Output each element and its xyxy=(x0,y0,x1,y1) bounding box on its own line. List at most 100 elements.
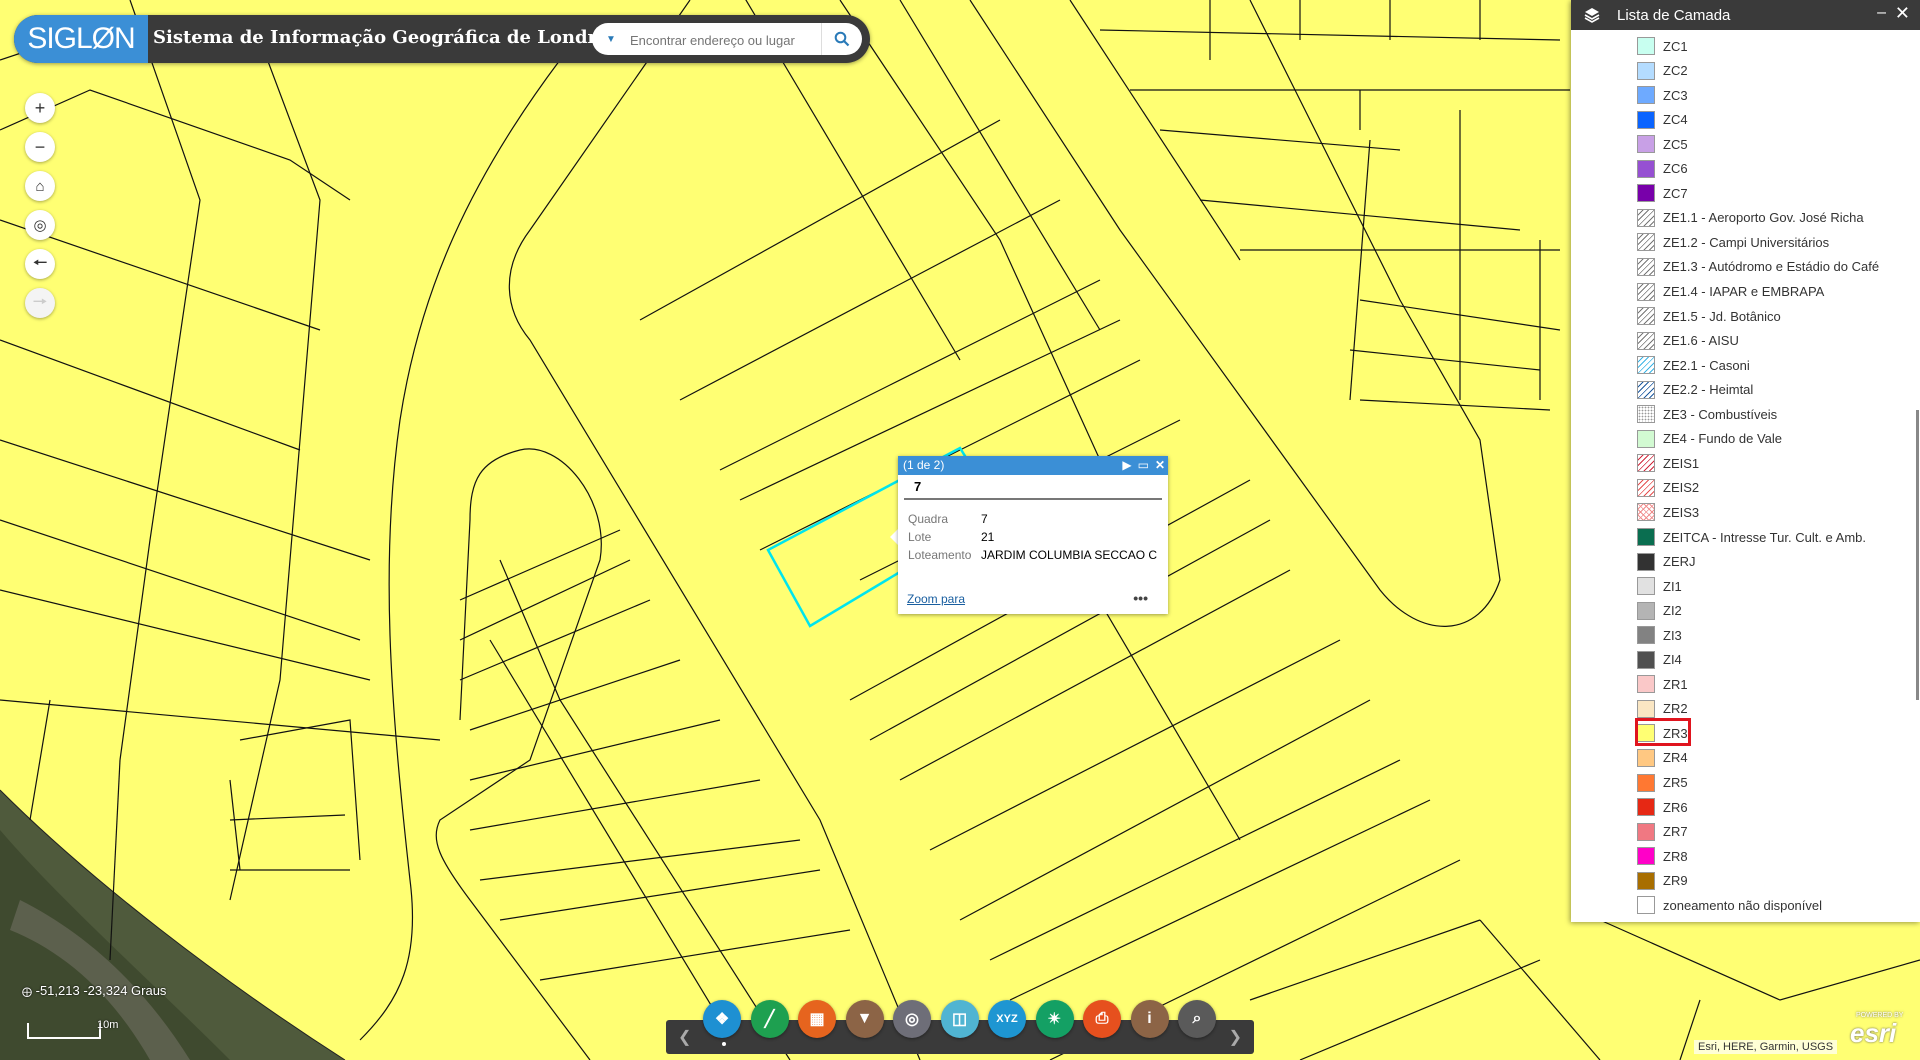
toolbar-prev-icon[interactable]: ❮ xyxy=(678,1027,691,1047)
legend-item[interactable]: ZC5 xyxy=(1637,134,1688,154)
locate-button[interactable]: ◎ xyxy=(25,210,55,240)
legend-item[interactable]: ZR6 xyxy=(1637,797,1688,817)
legend-label: ZE1.2 - Campi Universitários xyxy=(1663,234,1830,250)
legend-swatch xyxy=(1637,307,1655,326)
legend-swatch xyxy=(1637,896,1655,915)
legend-swatch xyxy=(1637,208,1655,227)
legend-item[interactable]: ZC2 xyxy=(1637,61,1688,81)
legend-item[interactable]: ZC6 xyxy=(1637,159,1688,179)
coordinates-text: -51,213 -23,324 Graus xyxy=(35,983,167,998)
legend-swatch xyxy=(1637,503,1655,522)
legend-item[interactable]: ZE1.6 - AISU xyxy=(1637,331,1739,351)
field-value: JARDIM COLUMBIA SECCAO C xyxy=(981,548,1158,562)
legend-swatch xyxy=(1637,233,1655,252)
legend-label: ZC7 xyxy=(1663,185,1688,201)
legend-item[interactable]: ZI4 xyxy=(1637,650,1682,670)
search-input[interactable] xyxy=(628,28,817,52)
legend-item[interactable]: ZC1 xyxy=(1637,36,1688,56)
panel-scrollbar[interactable] xyxy=(1916,410,1919,700)
measure-button[interactable]: ╱ xyxy=(750,1000,789,1038)
legend-item[interactable]: ZE3 - Combustíveis xyxy=(1637,404,1777,424)
legend-item[interactable]: ZEITCA - Intresse Tur. Cult. e Amb. xyxy=(1637,527,1866,547)
legend-item[interactable]: ZE1.1 - Aeroporto Gov. José Richa xyxy=(1637,208,1864,228)
legend-swatch xyxy=(1637,773,1655,792)
close-icon[interactable]: ✕ xyxy=(1155,456,1165,475)
zoom-in-button[interactable]: + xyxy=(25,93,55,123)
back-icon: 🠔 xyxy=(32,252,48,272)
geolocate-button[interactable]: ◎ xyxy=(893,1000,931,1038)
coordinate-xyz-button[interactable]: XYZ xyxy=(988,1000,1026,1038)
legend-item[interactable]: ZR8 xyxy=(1637,846,1688,866)
legend-item[interactable]: ZR9 xyxy=(1637,871,1688,891)
legend-item[interactable]: ZE4 - Fundo de Vale xyxy=(1637,429,1782,449)
legend-item[interactable]: ZI3 xyxy=(1637,625,1682,645)
legend-item[interactable]: zoneamento não disponível xyxy=(1637,895,1822,915)
legend-label: ZEIS1 xyxy=(1663,455,1700,471)
legend-item[interactable]: ZEIS1 xyxy=(1637,453,1699,473)
legend-item[interactable]: ZC3 xyxy=(1637,85,1688,105)
legend-label: ZE1.4 - IAPAR e EMBRAPA xyxy=(1663,284,1825,299)
legend-label: ZI1 xyxy=(1663,578,1682,594)
search-button[interactable] xyxy=(821,23,862,55)
back-button[interactable]: 🠔 xyxy=(25,249,55,279)
legend-item[interactable]: ZERJ xyxy=(1637,552,1696,572)
legend-item[interactable]: ZR4 xyxy=(1637,748,1688,768)
more-options-icon[interactable]: ••• xyxy=(1133,590,1148,606)
legend-item[interactable]: ZE1.5 - Jd. Botânico xyxy=(1637,306,1781,326)
minimize-icon[interactable]: – xyxy=(1877,4,1886,22)
zoom-to-link[interactable]: Zoom para xyxy=(907,592,965,606)
swipe-button[interactable]: ◫ xyxy=(940,1000,979,1038)
print-button[interactable]: ⎙ xyxy=(1083,1000,1121,1038)
legend-item[interactable]: ZEIS2 xyxy=(1637,478,1699,498)
legend-item[interactable]: ZE2.2 - Heimtal xyxy=(1637,380,1753,400)
search-icon xyxy=(834,31,850,47)
legend-item[interactable]: ZEIS3 xyxy=(1637,502,1699,522)
query-button[interactable]: ⌕ xyxy=(1178,1000,1216,1038)
legend-label: ZE3 - Combustíveis xyxy=(1663,406,1778,422)
siglon-logo[interactable]: SIGLØN xyxy=(14,15,148,63)
close-panel-icon[interactable]: ✕ xyxy=(1895,3,1910,24)
legend-list[interactable]: ZC1 ZC2 ZC3 ZC4 ZC5 ZC6 ZC7 ZE1.1 - Aeroporto G… xyxy=(1571,33,1920,919)
legend-item[interactable]: ZI1 xyxy=(1637,576,1682,596)
popup-fields: Quadra 7 Lote 21 Loteamento JARDIM COLUMBIA… xyxy=(908,510,1157,564)
legend-label: ZR7 xyxy=(1663,824,1688,840)
legend-item[interactable]: ZR1 xyxy=(1637,674,1688,694)
legend-swatch xyxy=(1637,748,1655,767)
zoom-in-icon: + xyxy=(34,97,46,118)
coordinate-xyz-icon: XYZ xyxy=(996,1013,1018,1025)
coordinate-readout[interactable]: ⨁ -51,213 -23,324 Graus xyxy=(22,983,166,998)
legend-item[interactable]: ZE1.2 - Campi Universitários xyxy=(1637,232,1829,252)
home-button[interactable]: ⌂ xyxy=(25,171,55,201)
zoom-out-button[interactable]: − xyxy=(25,132,55,162)
field-key: Lote xyxy=(908,530,932,544)
forward-button[interactable]: 🠖 xyxy=(25,288,55,318)
legend-item[interactable]: ZR7 xyxy=(1637,822,1688,842)
legend-item[interactable]: ZE2.1 - Casoni xyxy=(1637,355,1750,375)
legend-swatch xyxy=(1637,798,1655,817)
basemap-gallery-button[interactable]: ▦ xyxy=(798,1000,836,1038)
toolbar-next-icon[interactable]: ❯ xyxy=(1229,1027,1242,1047)
search-box: ▼ xyxy=(592,23,862,55)
legend-label: ZE1.3 - Autódromo e Estádio do Café xyxy=(1663,259,1880,275)
legend-item[interactable]: ZC4 xyxy=(1637,110,1688,130)
field-value: 7 xyxy=(981,512,988,526)
layer-list-button[interactable]: ❖ xyxy=(703,1000,741,1038)
legend-item[interactable]: ZR5 xyxy=(1637,773,1688,793)
legend-swatch xyxy=(1637,528,1655,546)
legend-item[interactable]: ZE1.4 - IAPAR e EMBRAPA xyxy=(1637,282,1824,302)
search-source-dropdown[interactable]: ▼ xyxy=(600,23,622,55)
filter-button[interactable]: ▼ xyxy=(845,1000,884,1038)
legend-item[interactable]: ZC7 xyxy=(1637,183,1688,203)
legend-swatch xyxy=(1637,847,1655,866)
legend-item[interactable]: ZR2 xyxy=(1637,699,1688,719)
esri-logo[interactable]: POWERED BY esri xyxy=(1850,1012,1903,1049)
share-button[interactable]: ✴ xyxy=(1035,1000,1074,1038)
highlight-box-zr3 xyxy=(1635,718,1691,746)
about-button[interactable]: i xyxy=(1130,1000,1169,1038)
legend-swatch xyxy=(1637,871,1655,890)
legend-item[interactable]: ZI2 xyxy=(1637,601,1682,621)
maximize-icon[interactable]: ▭ xyxy=(1138,456,1149,475)
legend-item[interactable]: ZE1.3 - Autódromo e Estádio do Café xyxy=(1637,257,1879,277)
next-feature-icon[interactable]: ▶ xyxy=(1122,456,1131,475)
legend-swatch xyxy=(1637,405,1655,424)
